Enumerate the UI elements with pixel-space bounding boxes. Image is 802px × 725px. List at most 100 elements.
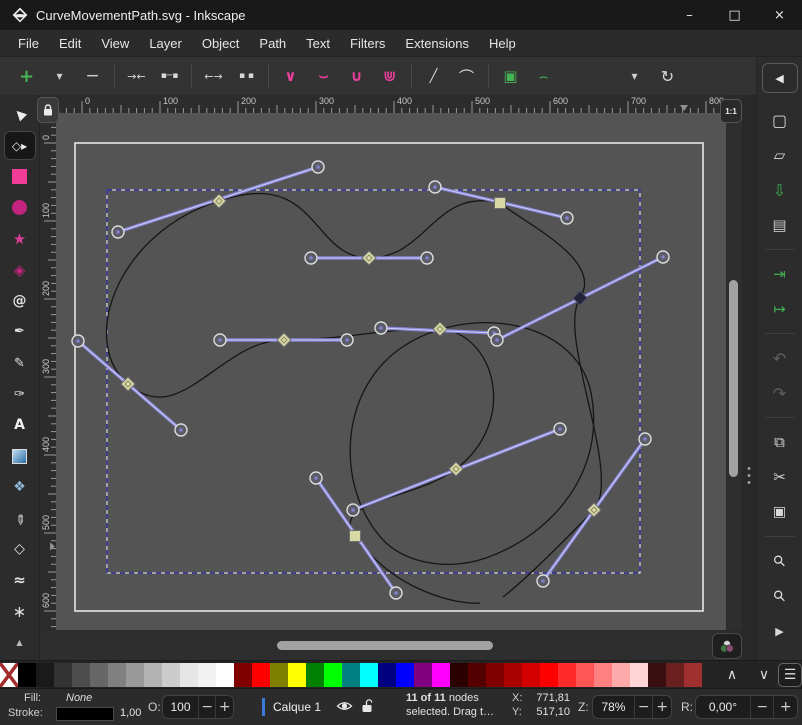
vertical-scrollbar[interactable] <box>726 113 742 630</box>
palette-swatch-a03030[interactable] <box>684 663 702 687</box>
fill-value[interactable]: None <box>66 692 92 704</box>
splitter-grip[interactable] <box>748 463 751 488</box>
palette-scroll-down-icon[interactable]: ∨ <box>752 663 776 687</box>
palette-swatch-6b2020[interactable] <box>666 663 684 687</box>
join-segment-icon[interactable]: ▪─▪ <box>153 61 186 91</box>
palette-swatch-008000[interactable] <box>306 663 324 687</box>
ellipse-tool[interactable] <box>5 194 35 221</box>
opacity-increase-button[interactable]: + <box>215 696 233 718</box>
delete-segment-icon[interactable]: ▪ ▪ <box>230 61 263 91</box>
vertical-ruler[interactable]: 0100200300400500600 <box>40 113 56 630</box>
zoom-selection-icon[interactable]: ⚲ <box>763 548 797 574</box>
palette-menu-icon[interactable]: ☰ <box>778 663 802 687</box>
palette-swatch-none[interactable] <box>0 663 18 687</box>
palette-swatch-ff5555[interactable] <box>576 663 594 687</box>
palette-swatch-550000[interactable] <box>468 663 486 687</box>
rotation-increase-button[interactable]: + <box>773 696 797 718</box>
stroke-color-swatch[interactable] <box>56 707 114 721</box>
palette-swatch-800000[interactable] <box>234 663 252 687</box>
duplicate-icon[interactable]: ⧉ <box>763 429 797 455</box>
menu-view[interactable]: View <box>91 32 139 55</box>
menu-file[interactable]: File <box>8 32 49 55</box>
line-segment-icon[interactable]: ╱ <box>417 61 450 91</box>
break-nodes-icon[interactable]: ←→ <box>197 61 230 91</box>
rotation-decrease-button[interactable]: − <box>750 696 774 718</box>
smooth-node-icon[interactable]: ⌣ <box>307 61 340 91</box>
palette-swatch-ff8080[interactable] <box>594 663 612 687</box>
palette-swatch-666666[interactable] <box>90 663 108 687</box>
layer-visibility-eye-icon[interactable] <box>336 699 353 713</box>
menu-filters[interactable]: Filters <box>340 32 395 55</box>
menu-object[interactable]: Object <box>192 32 250 55</box>
palette-swatch-333333[interactable] <box>54 663 72 687</box>
corner-node-icon[interactable]: ∨ <box>274 61 307 91</box>
palette-swatch-b3b3b3[interactable] <box>144 663 162 687</box>
menu-path[interactable]: Path <box>249 32 296 55</box>
more-tools-arrow[interactable]: ▲ <box>5 629 35 656</box>
palette-swatch-1a1a1a[interactable] <box>36 663 54 687</box>
palette-swatch-ff2a2a[interactable] <box>558 663 576 687</box>
palette-swatch-ff0000[interactable] <box>540 663 558 687</box>
pencil-tool[interactable]: ✎ <box>5 350 35 377</box>
layer-name[interactable]: Calque 1 <box>273 700 321 714</box>
path-node-selected[interactable] <box>495 198 506 209</box>
menu-edit[interactable]: Edit <box>49 32 91 55</box>
palette-scroll-up-icon[interactable]: ∧ <box>720 663 744 687</box>
menu-layer[interactable]: Layer <box>139 32 192 55</box>
palette-swatch-000000[interactable] <box>18 663 36 687</box>
import-icon[interactable]: ⇥ <box>763 261 797 287</box>
ruler-zoom-button[interactable]: 1:1 <box>720 99 742 123</box>
palette-swatch-00ffff[interactable] <box>360 663 378 687</box>
save-document-icon[interactable]: ⇩ <box>763 177 797 203</box>
palette-swatch-ffffff[interactable] <box>216 663 234 687</box>
mesh-gradient-tool[interactable]: ❖ <box>5 474 35 501</box>
lock-guides-icon[interactable] <box>37 97 59 123</box>
text-tool[interactable]: A <box>5 412 35 439</box>
insert-node-dropdown[interactable]: ▾ <box>43 61 76 91</box>
palette-swatch-ff0000[interactable] <box>252 663 270 687</box>
menu-help[interactable]: Help <box>479 32 526 55</box>
palette-swatch-008080[interactable] <box>342 663 360 687</box>
layer-unlock-icon[interactable] <box>361 698 374 714</box>
delete-node-icon[interactable]: − <box>76 61 109 91</box>
close-button[interactable]: × <box>757 0 802 30</box>
palette-swatch-cccccc[interactable] <box>162 663 180 687</box>
new-document-icon[interactable]: ▢ <box>763 107 797 133</box>
rectangle-tool[interactable] <box>5 163 35 190</box>
opacity-decrease-button[interactable]: − <box>198 696 216 718</box>
paste-icon[interactable]: ▣ <box>763 499 797 525</box>
show-handles-dropdown[interactable]: ▾ <box>618 61 651 91</box>
palette-swatch-000080[interactable] <box>378 663 396 687</box>
horizontal-ruler[interactable]: 0100200300400500600700800 <box>56 95 726 113</box>
palette-swatch-3a0f0f[interactable] <box>648 663 666 687</box>
panel-splitter[interactable] <box>742 95 756 660</box>
palette-swatch-00ff00[interactable] <box>324 663 342 687</box>
snapping-toggle-icon[interactable]: ↻ <box>651 61 684 91</box>
node-tool[interactable]: ◇▸ <box>5 132 35 159</box>
join-nodes-icon[interactable]: →← <box>120 61 153 91</box>
insert-node-icon[interactable]: + <box>10 61 43 91</box>
palette-swatch-e6e6e6[interactable] <box>180 663 198 687</box>
expand-panel-icon[interactable]: ▶ <box>763 618 797 644</box>
zoom-drawing-icon[interactable]: ⚲ <box>763 583 797 609</box>
pen-tool[interactable]: ✒ <box>5 318 35 345</box>
auto-node-icon[interactable]: ⋓ <box>373 61 406 91</box>
vertical-scrollbar-thumb[interactable] <box>729 280 738 477</box>
object-to-path-icon[interactable]: ▣ <box>494 61 527 91</box>
symmetric-node-icon[interactable]: ∪ <box>340 61 373 91</box>
minimize-button[interactable]: – <box>667 0 712 30</box>
palette-swatch-ff00ff[interactable] <box>432 663 450 687</box>
zoom-decrease-button[interactable]: − <box>634 696 653 718</box>
palette-swatch-999999[interactable] <box>126 663 144 687</box>
calligraphy-tool[interactable]: ✑ <box>5 381 35 408</box>
palette-swatch-4d4d4d[interactable] <box>72 663 90 687</box>
palette-swatch-808000[interactable] <box>270 663 288 687</box>
zoom-increase-button[interactable]: + <box>652 696 671 718</box>
color-managed-mode-icon[interactable] <box>712 633 742 659</box>
collapse-commands-bar-button[interactable]: ◀ <box>762 63 798 93</box>
opacity-value[interactable]: 100 <box>163 696 198 718</box>
curve-segment-icon[interactable]: ⌒ <box>450 61 483 91</box>
horizontal-scrollbar[interactable] <box>56 630 726 660</box>
stroke-width-value[interactable]: 1,00 <box>120 707 141 719</box>
tweak-tool[interactable]: ≈ <box>5 567 35 594</box>
